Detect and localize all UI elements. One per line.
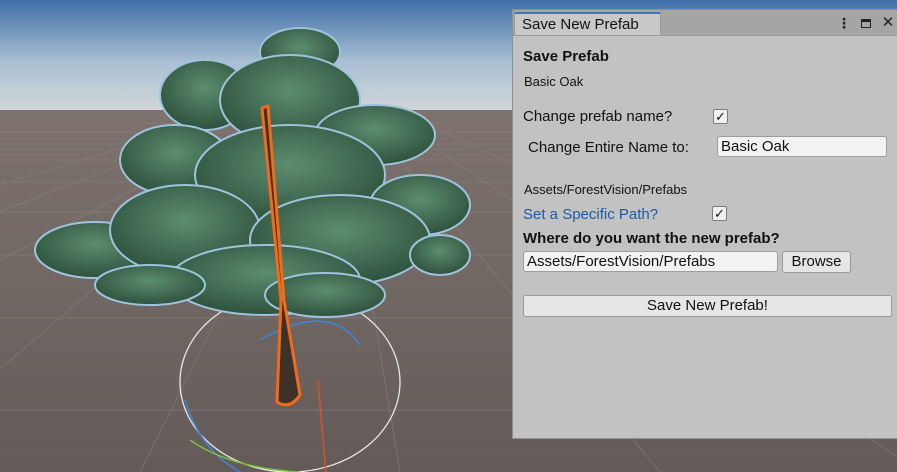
more-options-icon[interactable]: ⋮ bbox=[837, 15, 851, 31]
entire-name-label: Change Entire Name to: bbox=[528, 139, 689, 156]
browse-button[interactable]: Browse bbox=[782, 251, 851, 273]
window-titlebar[interactable]: Save New Prefab ⋮ ✕ bbox=[513, 10, 897, 36]
tab-save-new-prefab[interactable]: Save New Prefab bbox=[514, 12, 661, 35]
specific-path-label[interactable]: Set a Specific Path? bbox=[523, 206, 658, 223]
specific-path-checkbox[interactable]: ✓ bbox=[712, 206, 727, 221]
where-label: Where do you want the new prefab? bbox=[523, 230, 780, 247]
change-name-label: Change prefab name? bbox=[523, 108, 673, 125]
current-path-label: Assets/ForestVision/Prefabs bbox=[524, 182, 688, 197]
save-new-prefab-button[interactable]: Save New Prefab! bbox=[523, 295, 892, 317]
save-prefab-window: Save New Prefab ⋮ ✕ Save Prefab Basic Oa… bbox=[512, 9, 897, 439]
change-name-checkbox[interactable]: ✓ bbox=[713, 109, 728, 124]
prefab-name-label: Basic Oak bbox=[524, 74, 584, 89]
maximize-icon[interactable] bbox=[859, 15, 873, 31]
path-field[interactable] bbox=[523, 251, 778, 272]
checkmark-icon: ✓ bbox=[715, 109, 726, 124]
checkmark-icon: ✓ bbox=[714, 206, 725, 221]
close-icon[interactable]: ✕ bbox=[881, 15, 895, 31]
window-controls: ⋮ ✕ bbox=[837, 13, 895, 33]
section-heading: Save Prefab bbox=[523, 48, 609, 65]
entire-name-field[interactable] bbox=[717, 136, 887, 157]
